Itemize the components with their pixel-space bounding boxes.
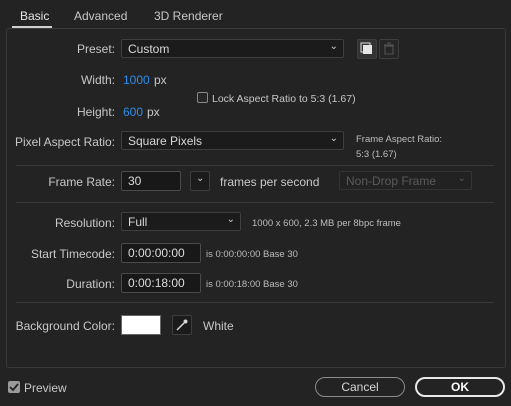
chevron-down-icon: ⌄ [329,41,338,52]
resolution-label: Resolution: [54,216,115,230]
pixel-aspect-label: Pixel Aspect Ratio: [14,135,115,149]
duration-field[interactable]: 0:00:18:00 [121,273,201,293]
checkmark-icon [9,383,19,392]
width-label: Width: [80,73,115,87]
chevron-down-icon: ⌄ [457,173,466,184]
start-timecode-info: is 0:00:00:00 Base 30 [206,249,298,260]
lock-aspect-label: Lock Aspect Ratio to 5:3 (1.67) [212,93,356,105]
preview-label: Preview [24,381,67,395]
tab-advanced[interactable]: Advanced [74,9,127,23]
background-color-label: Background Color: [15,319,115,333]
pixel-aspect-value: Square Pixels [128,134,203,148]
duration-value: 0:00:18:00 [128,276,185,290]
background-color-swatch[interactable] [121,315,161,335]
height-label: Height: [76,105,115,119]
frame-aspect-value: 5:3 (1.67) [356,149,397,160]
chevron-down-icon: ⌄ [196,173,205,184]
height-unit: px [147,105,160,119]
resolution-dropdown[interactable]: Full ⌄ [121,212,241,231]
drop-frame-value: Non-Drop Frame [346,174,437,188]
resolution-value: Full [128,215,148,229]
preview-checkbox[interactable] [8,381,20,393]
tab-basic[interactable]: Basic [20,9,49,23]
frame-rate-unit: frames per second [220,175,320,189]
background-color-name: White [203,319,234,333]
ok-button[interactable]: OK [415,377,505,397]
cancel-button[interactable]: Cancel [315,377,405,397]
trash-icon [384,42,394,55]
height-value[interactable]: 600 [123,105,143,119]
eyedropper-icon [176,319,188,331]
save-preset-button[interactable] [357,39,377,59]
tab-3d-renderer[interactable]: 3D Renderer [154,9,223,23]
divider [16,202,494,203]
chevron-down-icon: ⌄ [329,133,338,144]
start-timecode-field[interactable]: 0:00:00:00 [121,243,201,263]
duration-info: is 0:00:18:00 Base 30 [206,279,298,290]
duration-label: Duration: [66,277,115,291]
width-unit: px [154,73,167,87]
resolution-info: 1000 x 600, 2.3 MB per 8bpc frame [252,218,401,229]
frame-rate-value: 30 [128,174,142,188]
preset-label: Preset: [76,42,115,56]
start-timecode-label: Start Timecode: [30,247,115,261]
pixel-aspect-dropdown[interactable]: Square Pixels ⌄ [121,131,344,150]
width-value[interactable]: 1000 [123,73,150,87]
drop-frame-dropdown[interactable]: Non-Drop Frame ⌄ [339,171,472,190]
save-preset-icon [360,42,372,54]
frame-rate-field[interactable]: 30 [121,171,181,191]
preset-dropdown[interactable]: Custom ⌄ [121,39,344,58]
delete-preset-button[interactable] [379,39,399,59]
frame-aspect-label: Frame Aspect Ratio: [356,134,443,145]
lock-aspect-checkbox[interactable] [197,92,208,103]
frame-rate-label: Frame Rate: [48,175,115,189]
chevron-down-icon: ⌄ [226,214,235,225]
divider [16,165,494,166]
eyedropper-button[interactable] [172,315,192,335]
divider [16,302,494,303]
frame-rate-dropdown-button[interactable]: ⌄ [190,171,210,191]
start-timecode-value: 0:00:00:00 [128,246,185,260]
preset-value: Custom [128,42,170,56]
